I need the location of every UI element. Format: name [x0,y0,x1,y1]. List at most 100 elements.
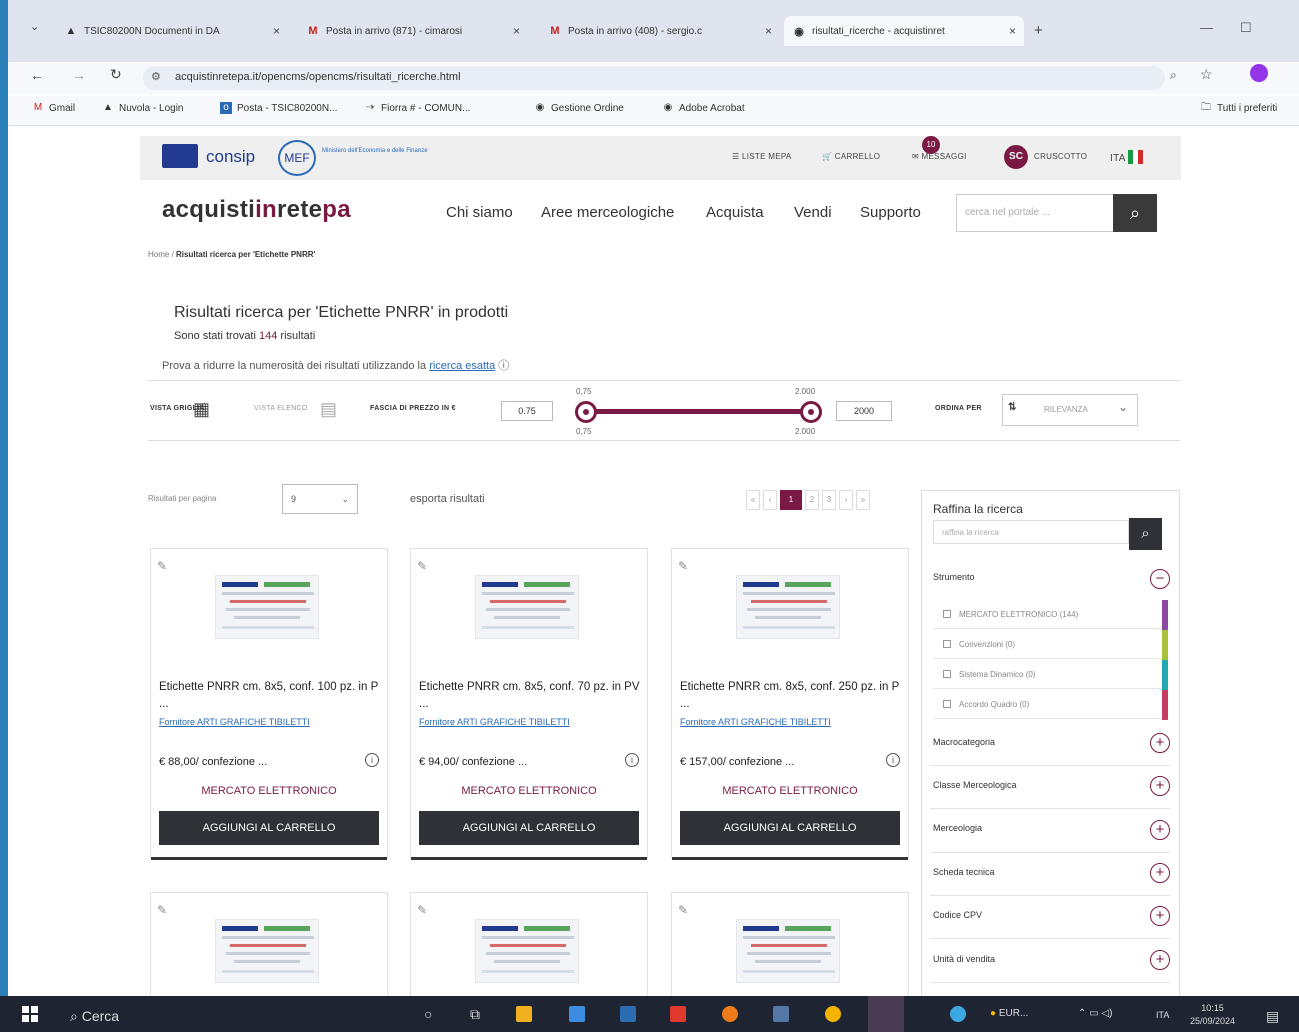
edit-icon[interactable]: ✎ [157,903,167,917]
edit-icon[interactable]: ✎ [417,559,427,573]
bookmark-gestione-ordine[interactable]: ◉ Gestione Ordine [534,102,624,114]
messages-link[interactable]: ✉ MESSAGGI [912,152,967,161]
supplier-link[interactable]: Fornitore ARTI GRAFICHE TIBILETTI [419,717,570,727]
edit-icon[interactable]: ✎ [678,559,688,573]
nav-acquista[interactable]: Acquista [706,204,764,221]
tab-search-button[interactable]: ⌄ [30,20,39,33]
app-icon[interactable] [620,1006,636,1022]
bookmark-gmail[interactable]: M Gmail [32,102,75,114]
cart-link[interactable]: 🛒 CARRELLO [822,152,880,161]
grid-view-icon[interactable]: ▦ [193,400,210,418]
add-to-cart-button[interactable]: AGGIUNGI AL CARRELLO [680,811,900,845]
edit-icon[interactable]: ✎ [678,903,688,917]
calendar-icon[interactable] [569,1006,585,1022]
reload-button[interactable]: ↻ [110,66,122,83]
search-icon[interactable]: ⌕ [1129,518,1162,550]
back-button[interactable]: ← [30,67,44,83]
notifications-icon[interactable]: ▤ [1266,1008,1279,1025]
currency-widget[interactable]: ● EUR... [990,1008,1028,1019]
expand-icon[interactable]: + [1150,906,1170,926]
pagination-page-1[interactable]: 1 [780,490,802,510]
product-title[interactable]: Etichette PNRR cm. 8x5, conf. 250 pz. in… [680,679,906,713]
expand-icon[interactable]: + [1150,733,1170,753]
add-to-cart-button[interactable]: AGGIUNGI AL CARRELLO [419,811,639,845]
firefox-icon[interactable] [722,1006,738,1022]
acrobat-icon[interactable] [670,1006,686,1022]
portal-search-input[interactable]: cerca nel portale ... [956,194,1114,232]
tab-risultati[interactable]: ◉ risultati_ricerche - acquistinret × [784,16,1024,46]
filter-option[interactable]: Convenzioni (0) [933,630,1165,659]
close-icon[interactable]: × [513,24,520,38]
filter-scheda-tecnica[interactable]: Scheda tecnica [933,867,995,877]
expand-icon[interactable]: + [1150,863,1170,883]
taskbar-search[interactable]: ⌕ Cerca [70,1008,119,1025]
filter-merceologia[interactable]: Merceologia [933,823,982,833]
clock[interactable]: 10:15 25/09/2024 [1190,1002,1235,1028]
nav-chi-siamo[interactable]: Chi siamo [446,204,513,221]
pagination-prev[interactable]: ‹ [763,490,777,510]
pagination-first[interactable]: « [746,490,760,510]
pagination-page-3[interactable]: 3 [822,490,836,510]
product-image[interactable] [475,575,579,639]
tray-icons[interactable]: ⌃ ▭ ◁) [1078,1008,1112,1019]
nav-supporto[interactable]: Supporto [860,204,921,221]
breadcrumb-home[interactable]: Home [148,250,169,259]
exact-search-link[interactable]: ricerca esatta [429,360,495,372]
close-icon[interactable]: × [765,24,772,38]
product-image[interactable] [736,919,840,983]
supplier-link[interactable]: Fornitore ARTI GRAFICHE TIBILETTI [159,717,310,727]
filter-classe-merceologica[interactable]: Classe Merceologica [933,780,1017,790]
url-input[interactable]: acquistinretepa.it/opencms/opencms/risul… [143,66,1165,90]
filter-option[interactable]: Accordo Quadro (0) [933,690,1165,719]
forward-button[interactable]: → [72,67,86,83]
maximize-button[interactable]: ☐ [1240,20,1252,36]
active-app-icon[interactable] [868,996,904,1032]
bookmark-fiorra[interactable]: ⇢ Fiorra # - COMUN... [364,102,471,114]
product-image[interactable] [215,919,319,983]
expand-icon[interactable]: + [1150,950,1170,970]
edit-icon[interactable]: ✎ [417,903,427,917]
cortana-icon[interactable]: ○ [424,1006,432,1022]
pagination-next[interactable]: › [839,490,853,510]
expand-icon[interactable]: + [1150,776,1170,796]
info-icon[interactable]: i [625,753,639,767]
edit-icon[interactable]: ✎ [157,559,167,573]
zoom-icon[interactable]: ⌕ [1170,68,1177,83]
windows-start-icon[interactable] [22,1006,38,1022]
language-indicator[interactable]: ITA [1156,1010,1169,1020]
collapse-icon[interactable]: − [1150,569,1170,589]
list-view-icon[interactable]: ▤ [320,400,337,418]
refine-input[interactable]: raffina la ricerca [933,520,1129,544]
profile-avatar[interactable] [1250,64,1268,82]
tab-posta-1[interactable]: M Posta in arrivo (871) - cimarosi × [298,16,528,46]
nav-vendi[interactable]: Vendi [794,204,832,221]
app-icon[interactable] [773,1006,789,1022]
add-to-cart-button[interactable]: AGGIUNGI AL CARRELLO [159,811,379,845]
task-view-icon[interactable]: ⧉ [470,1006,480,1023]
pagination-page-2[interactable]: 2 [805,490,819,510]
new-tab-button[interactable]: + [1034,22,1043,39]
file-explorer-icon[interactable] [516,1006,532,1022]
min-price-input[interactable]: 0.75 [501,401,553,421]
price-slider-track[interactable] [586,409,812,414]
user-avatar[interactable]: SC [1004,145,1028,169]
info-icon[interactable]: i [886,753,900,767]
cruscotto-link[interactable]: CRUSCOTTO [1034,152,1087,161]
slider-min-handle[interactable] [575,401,597,423]
bookmark-adobe[interactable]: ◉ Adobe Acrobat [662,102,745,114]
filter-macrocategoria[interactable]: Macrocategoria [933,737,995,747]
expand-icon[interactable]: + [1150,820,1170,840]
filter-option[interactable]: Sistema Dinamico (0) [933,660,1165,689]
nav-aree-merceologiche[interactable]: Aree merceologiche [541,204,674,221]
close-icon[interactable]: × [1009,24,1016,38]
bookmark-posta[interactable]: o Posta - TSIC80200N... [220,102,337,114]
liste-mepa-link[interactable]: ☰ LISTE MEPA [732,152,792,161]
product-image[interactable] [475,919,579,983]
filter-strumento[interactable]: Strumento [933,572,975,582]
pagination-last[interactable]: » [856,490,870,510]
info-icon[interactable]: i [365,753,379,767]
close-icon[interactable]: × [273,24,280,38]
minimize-button[interactable]: — [1200,20,1213,35]
acquistinretepa-logo[interactable]: acquistiinretepa [162,196,351,224]
language-selector[interactable]: ITA [1110,150,1144,164]
